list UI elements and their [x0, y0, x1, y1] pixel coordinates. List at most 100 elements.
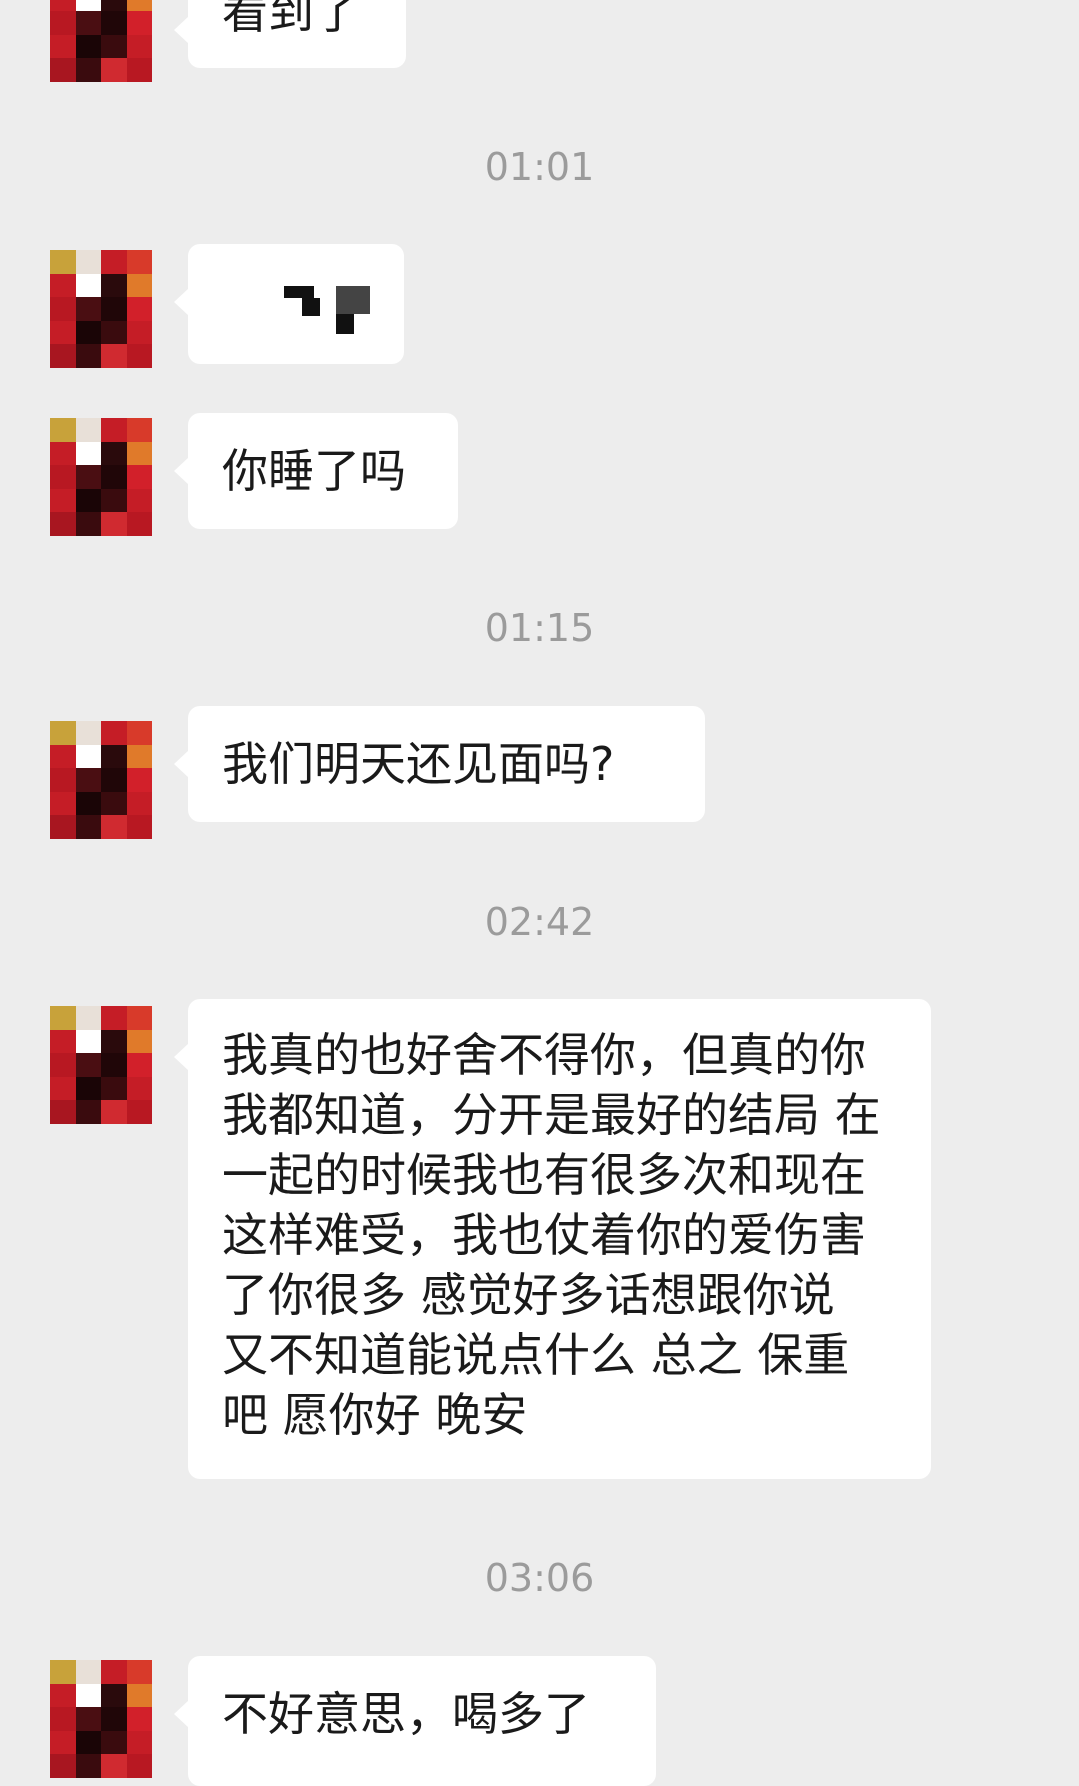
- avatar-pixel: [126, 344, 152, 368]
- avatar-pixel: [50, 1683, 76, 1708]
- avatar-pixel: [50, 58, 76, 82]
- message-text: 不好意思，喝多了: [222, 1687, 590, 1741]
- avatar-pixel: [101, 768, 127, 792]
- message-bubble[interactable]: 你睡了吗: [174, 413, 458, 529]
- avatar-pixel: [126, 488, 152, 513]
- timestamp: 01:15: [484, 606, 595, 650]
- avatar-pixel: [101, 1076, 127, 1101]
- avatar-pixel: [50, 791, 76, 816]
- avatar-pixel: [101, 1029, 127, 1054]
- avatar-pixel: [50, 297, 76, 321]
- avatar-pixel: [75, 1707, 101, 1731]
- avatar-pixel: [75, 1006, 101, 1030]
- avatar[interactable]: [50, 0, 152, 82]
- avatar-pixel: [75, 344, 101, 368]
- avatar-pixel: [75, 721, 101, 745]
- avatar-pixel: [75, 58, 101, 82]
- avatar-pixel: [50, 744, 76, 769]
- avatar-pixel: [101, 441, 127, 466]
- avatar-pixel: [50, 0, 76, 12]
- avatar-pixel: [126, 1660, 152, 1684]
- avatar-pixel: [50, 1100, 76, 1124]
- avatar-pixel: [50, 1660, 76, 1684]
- avatar-pixel: [101, 1100, 127, 1124]
- timestamp: 01:01: [484, 145, 595, 189]
- avatar-pixel: [126, 512, 152, 536]
- message-text: 看到了: [222, 0, 360, 39]
- avatar-pixel: [126, 250, 152, 274]
- avatar[interactable]: [50, 1006, 152, 1124]
- message-text: 我们明天还见面吗?: [222, 737, 615, 791]
- avatar-pixel: [50, 320, 76, 345]
- avatar-pixel: [126, 1076, 152, 1101]
- avatar-pixel: [126, 1006, 152, 1030]
- avatar-pixel: [50, 1053, 76, 1077]
- avatar-pixel: [126, 320, 152, 345]
- avatar-pixel: [101, 744, 127, 769]
- avatar-pixel: [75, 1076, 101, 1101]
- avatar-pixel: [126, 34, 152, 59]
- avatar-pixel: [101, 721, 127, 745]
- avatar-pixel: [101, 1053, 127, 1077]
- avatar-pixel: [75, 418, 101, 442]
- avatar-pixel: [101, 320, 127, 345]
- avatar-pixel: [126, 721, 152, 745]
- avatar-pixel: [126, 791, 152, 816]
- avatar-pixel: [75, 0, 101, 12]
- avatar-pixel: [101, 1730, 127, 1755]
- sticker-bubble[interactable]: [174, 244, 404, 364]
- avatar-pixel: [101, 273, 127, 298]
- avatar[interactable]: [50, 1660, 152, 1778]
- avatar-pixel: [126, 1707, 152, 1731]
- avatar-pixel: [75, 11, 101, 35]
- avatar-pixel: [50, 1029, 76, 1054]
- avatar-pixel: [75, 488, 101, 513]
- message-bubble[interactable]: 不好意思，喝多了: [174, 1656, 656, 1786]
- avatar-pixel: [75, 1754, 101, 1778]
- pixelated-emoji-sticker-icon: [284, 286, 374, 338]
- avatar-pixel: [101, 1006, 127, 1030]
- avatar-pixel: [126, 418, 152, 442]
- avatar-pixel: [126, 11, 152, 35]
- message-bubble[interactable]: 我们明天还见面吗?: [174, 706, 705, 822]
- avatar-pixel: [126, 744, 152, 769]
- avatar-pixel: [101, 488, 127, 513]
- avatar-pixel: [101, 11, 127, 35]
- avatar-pixel: [126, 1683, 152, 1708]
- avatar-pixel: [126, 1754, 152, 1778]
- avatar-pixel: [50, 273, 76, 298]
- avatar-pixel: [50, 768, 76, 792]
- avatar-pixel: [126, 768, 152, 792]
- avatar-pixel: [50, 1076, 76, 1101]
- avatar-pixel: [75, 297, 101, 321]
- avatar[interactable]: [50, 721, 152, 839]
- avatar-pixel: [75, 768, 101, 792]
- avatar-pixel: [101, 0, 127, 12]
- avatar-pixel: [126, 297, 152, 321]
- avatar-pixel: [50, 488, 76, 513]
- avatar-pixel: [75, 1730, 101, 1755]
- message-bubble[interactable]: 看到了: [174, 0, 406, 68]
- avatar-pixel: [126, 0, 152, 12]
- avatar-pixel: [75, 1053, 101, 1077]
- avatar-pixel: [50, 1006, 76, 1030]
- avatar-pixel: [126, 1100, 152, 1124]
- timestamp: 02:42: [484, 900, 595, 944]
- avatar-pixel: [101, 791, 127, 816]
- message-bubble[interactable]: 我真的也好舍不得你，但真的你我都知道，分开是最好的结局 在一起的时候我也有很多次…: [174, 999, 931, 1479]
- avatar-pixel: [126, 1029, 152, 1054]
- avatar-pixel: [126, 441, 152, 466]
- avatar-pixel: [101, 58, 127, 82]
- message-text: 你睡了吗: [222, 444, 406, 498]
- avatar-pixel: [101, 815, 127, 839]
- avatar[interactable]: [50, 418, 152, 536]
- avatar-pixel: [50, 465, 76, 489]
- avatar-pixel: [101, 1683, 127, 1708]
- avatar-pixel: [101, 34, 127, 59]
- avatar-pixel: [126, 58, 152, 82]
- avatar-pixel: [75, 815, 101, 839]
- avatar-pixel: [50, 815, 76, 839]
- avatar-pixel: [126, 1053, 152, 1077]
- avatar-pixel: [75, 1683, 101, 1708]
- avatar[interactable]: [50, 250, 152, 368]
